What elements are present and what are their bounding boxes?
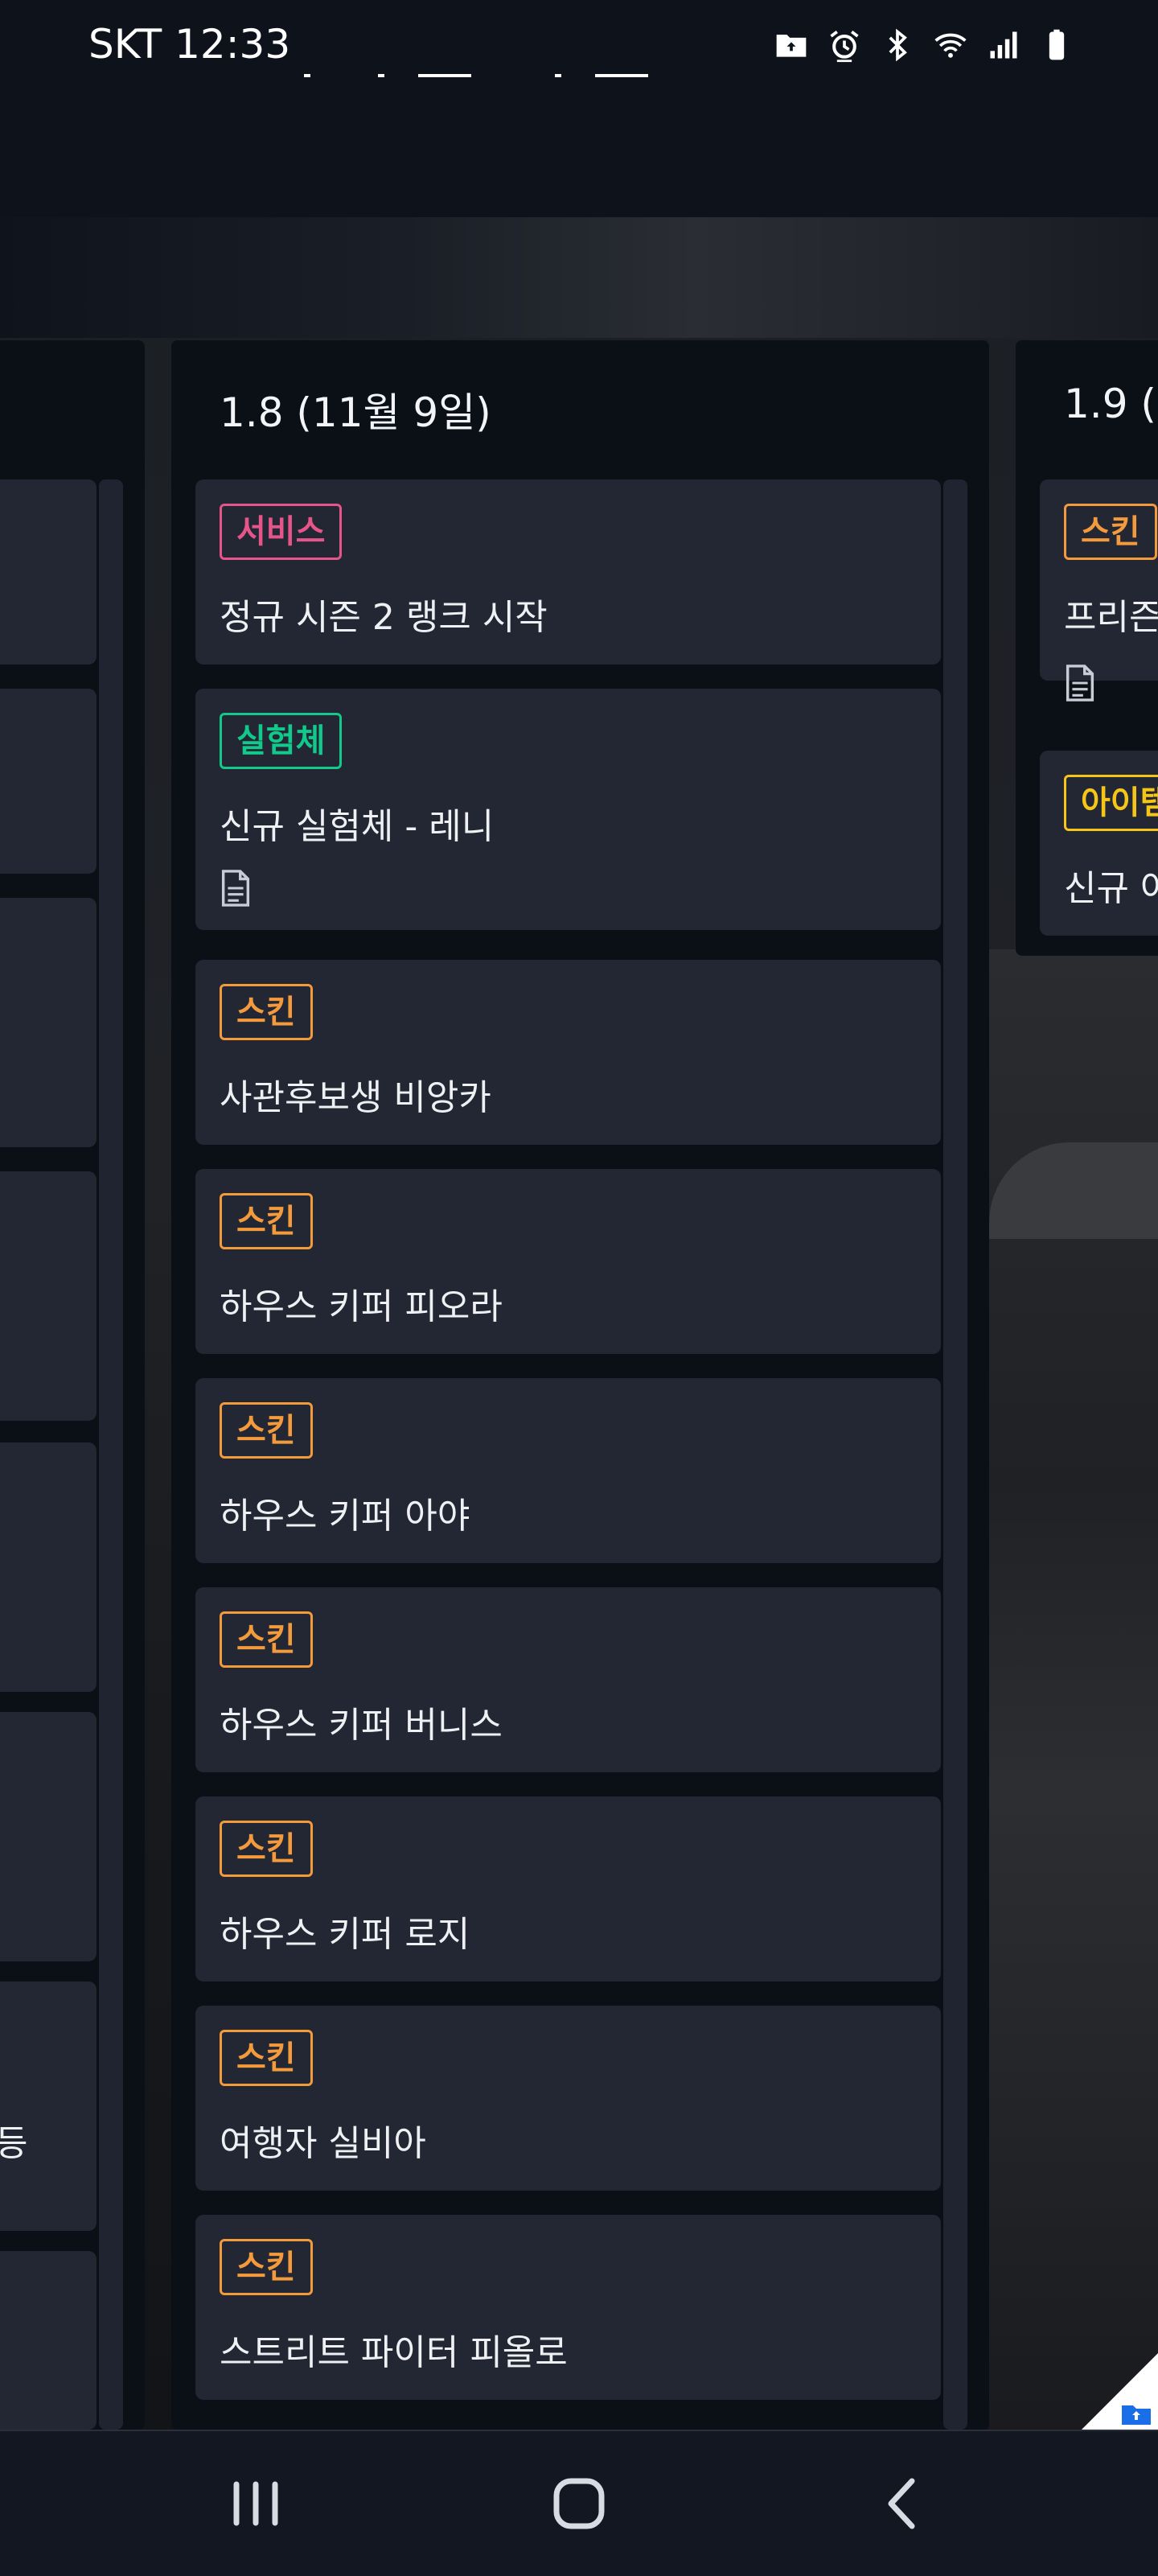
alarm-icon — [827, 27, 862, 63]
folder-upload-icon — [774, 27, 809, 63]
skin-tag: 스킨 — [220, 1611, 313, 1668]
board-card[interactable] — [0, 2251, 96, 2430]
card-title: 정규 시즌 2 랭크 시작 — [220, 597, 548, 638]
card-title-partial: 등 — [0, 2123, 28, 2164]
header-underlines — [298, 74, 909, 79]
board-card[interactable]: 스킨스트리트 파이터 피올로 — [195, 2215, 941, 2400]
battery-icon — [1039, 27, 1074, 63]
board-card[interactable]: 스킨사관후보생 비앙카 — [195, 960, 941, 1145]
board-card[interactable]: 아이템 신규 아 — [1040, 751, 1158, 936]
status-icons — [774, 27, 1074, 63]
signal-icon — [986, 27, 1021, 63]
wifi-icon — [933, 27, 968, 63]
card-title: 사관후보생 비앙카 — [220, 1077, 491, 1118]
document-icon — [220, 870, 252, 907]
card-title: 여행자 실비아 — [220, 2123, 426, 2164]
column-title: 1.9 (1 — [1064, 381, 1158, 427]
skin-tag: 스킨 — [220, 1402, 313, 1459]
card-title: 하우스 키퍼 버니스 — [220, 1705, 503, 1746]
board-card[interactable]: 서비스정규 시즌 2 랭크 시작 — [195, 479, 941, 665]
board-card[interactable]: 스킨하우스 키퍼 아야 — [195, 1378, 941, 1563]
column-title: 1.8 (11월 9일) — [220, 389, 491, 436]
skin-tag: 스킨 — [1064, 504, 1157, 560]
board-card[interactable]: 스킨여행자 실비아 — [195, 2006, 941, 2191]
experiment-tag: 실험체 — [220, 713, 343, 769]
home-icon[interactable] — [547, 2471, 611, 2536]
card-title: 신규 아 — [1064, 868, 1158, 909]
board-card[interactable]: 스킨하우스 키퍼 로지 — [195, 1796, 941, 1981]
board-card[interactable] — [0, 898, 96, 1147]
skin-tag: 스킨 — [220, 984, 313, 1040]
back-icon[interactable] — [870, 2471, 934, 2536]
column-scrollbar[interactable] — [99, 479, 123, 2430]
item-tag: 아이템 — [1064, 775, 1158, 831]
skin-tag: 스킨 — [220, 2030, 313, 2086]
board-column-left: 등 — [0, 340, 145, 2430]
board-card[interactable]: 스킨하우스 키퍼 피오라 — [195, 1169, 941, 1354]
card-title: 하우스 키퍼 로지 — [220, 1914, 470, 1955]
board-card[interactable] — [0, 689, 96, 874]
board-card[interactable]: 등 — [0, 1981, 96, 2231]
skin-tag: 스킨 — [220, 1193, 313, 1249]
board-card[interactable]: 실험체신규 실험체 - 레니 — [195, 689, 941, 930]
column-scrollbar[interactable] — [943, 479, 967, 2430]
navigation-bar — [0, 2430, 1158, 2576]
board-card[interactable]: 스킨하우스 키퍼 버니스 — [195, 1587, 941, 1772]
carrier-time: SKT 12:33 — [88, 21, 291, 68]
card-title: 스트리트 파이터 피올로 — [220, 2332, 568, 2373]
folder-shortcut[interactable] — [1082, 2353, 1158, 2430]
board-card[interactable] — [0, 1442, 96, 1692]
recent-apps-icon[interactable] — [224, 2471, 288, 2536]
bluetooth-icon — [880, 27, 915, 63]
board-column-center: 1.8 (11월 9일) 서비스정규 시즌 2 랭크 시작실험체신규 실험체 -… — [171, 340, 989, 2430]
board-card[interactable] — [0, 1712, 96, 1961]
board-card[interactable] — [0, 1171, 96, 1421]
board-card[interactable]: 스킨 프리즌 — [1040, 479, 1158, 702]
board-card[interactable] — [0, 479, 96, 665]
card-title: 하우스 키퍼 피오라 — [220, 1286, 503, 1327]
card-title: 하우스 키퍼 아야 — [220, 1496, 470, 1537]
board-column-right: 1.9 (1 스킨 프리즌 아이템 신규 아 — [1016, 340, 1158, 956]
service-tag: 서비스 — [220, 504, 343, 560]
banner-background — [0, 217, 1158, 338]
skin-tag: 스킨 — [220, 1821, 313, 1877]
card-title: 신규 실험체 - 레니 — [220, 806, 495, 847]
card-title: 프리즌 — [1064, 597, 1158, 638]
skin-tag: 스킨 — [220, 2239, 313, 2295]
document-icon — [1064, 665, 1096, 702]
